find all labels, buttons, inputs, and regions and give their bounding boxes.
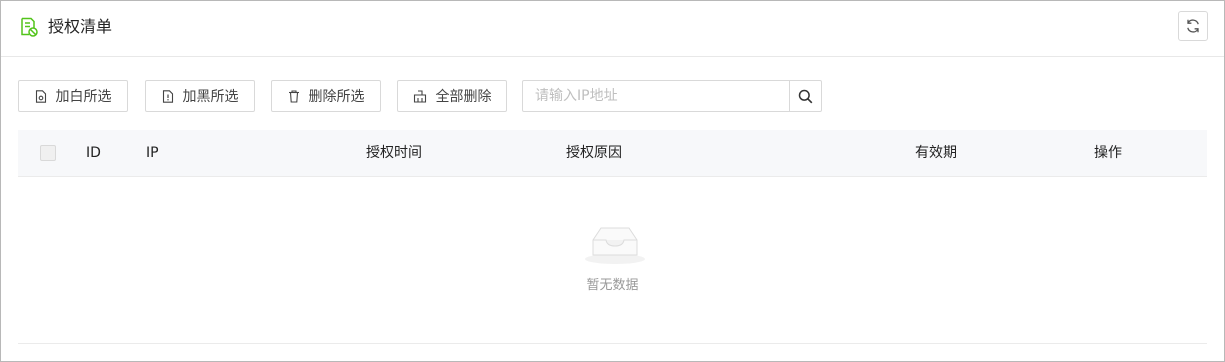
delete-selected-button[interactable]: 删除所选: [271, 80, 381, 112]
authorization-table: ID IP 授权时间 授权原因 有效期 操作: [18, 130, 1207, 177]
ip-search-box: [522, 80, 822, 112]
column-header-validity: 有效期: [915, 145, 957, 161]
delete-selected-label: 删除所选: [308, 89, 365, 105]
add-whitelist-label: 加白所选: [55, 89, 112, 105]
column-header-id: ID: [86, 145, 101, 161]
panel-header: 授权清单: [1, 1, 1224, 57]
clear-all-icon: [413, 89, 427, 103]
column-header-ip: IP: [146, 145, 159, 161]
add-blacklist-label: 加黑所选: [182, 89, 239, 105]
document-shield-icon: [20, 17, 38, 37]
column-header-actions: 操作: [1094, 145, 1122, 161]
delete-all-label: 全部删除: [435, 89, 492, 105]
table-header: ID IP 授权时间 授权原因 有效期 操作: [18, 130, 1207, 177]
page-title: 授权清单: [48, 17, 113, 36]
empty-state-text: 暂无数据: [586, 278, 639, 293]
ip-search-input[interactable]: [523, 81, 789, 111]
refresh-button[interactable]: [1178, 11, 1208, 41]
add-blacklist-button[interactable]: 加黑所选: [145, 80, 255, 112]
refresh-icon: [1185, 18, 1201, 34]
column-header-auth-reason: 授权原因: [566, 145, 622, 161]
add-whitelist-button[interactable]: 加白所选: [18, 80, 128, 112]
select-all-checkbox[interactable]: [40, 145, 56, 161]
column-header-auth-time: 授权时间: [366, 145, 422, 161]
search-icon: [798, 89, 813, 104]
delete-all-button[interactable]: 全部删除: [397, 80, 507, 112]
file-settings-icon: [35, 89, 47, 103]
file-warning-icon: [162, 89, 174, 103]
empty-inbox-icon: [583, 223, 647, 265]
search-button[interactable]: [789, 81, 821, 111]
empty-state: 暂无数据: [18, 177, 1207, 344]
authorization-list-panel: 授权清单 加白所选 加黑所选 删除所选 全部删除 请输入IP地址 ID IP 授…: [0, 0, 1225, 362]
trash-icon: [288, 89, 300, 103]
